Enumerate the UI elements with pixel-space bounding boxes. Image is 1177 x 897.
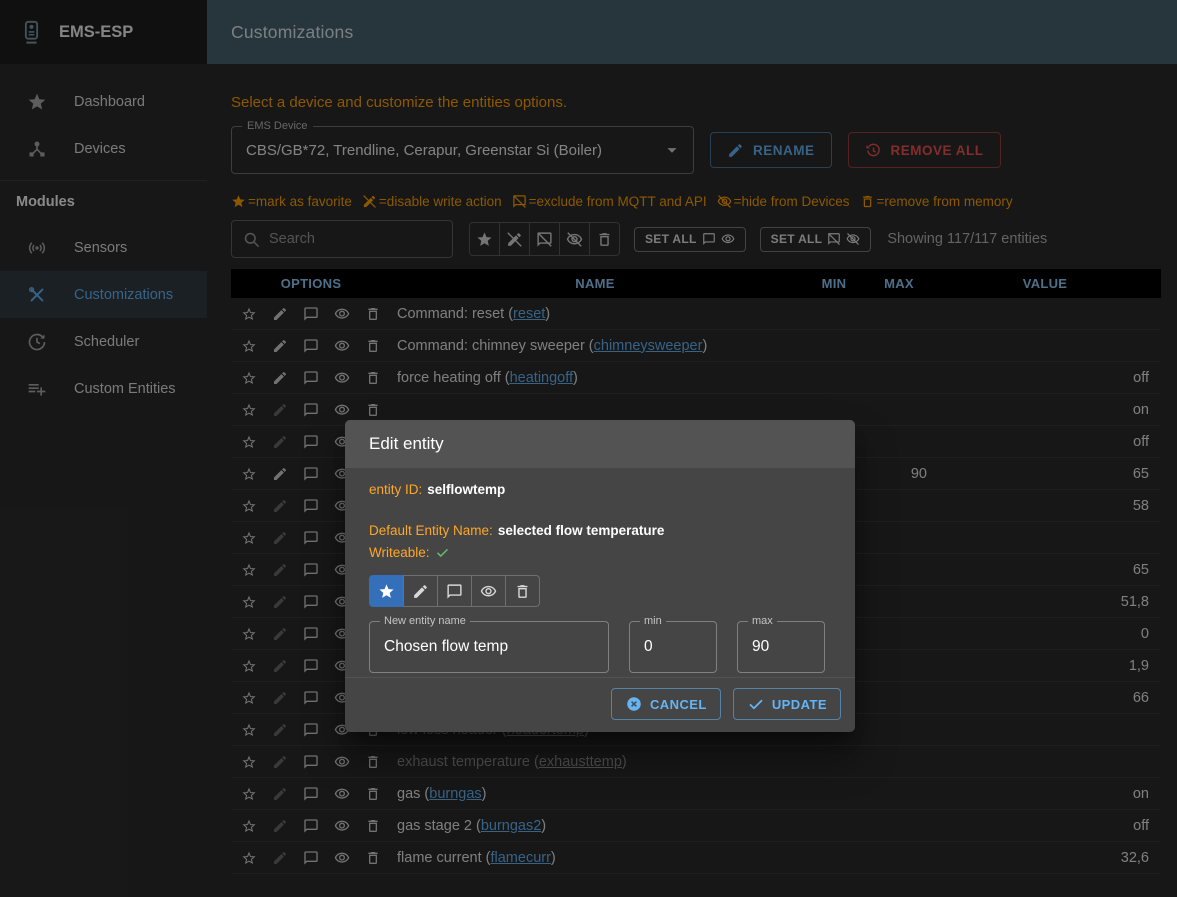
max-field[interactable]: max: [737, 621, 825, 673]
new-entity-name-label: New entity name: [380, 615, 470, 627]
entity-id-label: entity ID:: [369, 482, 422, 497]
message-icon: [446, 583, 463, 600]
writeable-label: Writeable:: [369, 545, 430, 560]
min-input[interactable]: [644, 638, 702, 656]
eye-icon: [480, 583, 497, 600]
dialog-title: Edit entity: [345, 420, 855, 468]
cancel-icon: [625, 695, 643, 713]
min-label: min: [640, 615, 666, 627]
default-name-line: Default Entity Name: selected flow tempe…: [369, 521, 831, 540]
writeable-line: Writeable:: [369, 543, 831, 562]
min-field[interactable]: min: [629, 621, 717, 673]
check-icon: [747, 695, 765, 713]
mqtt-toggle-button[interactable]: [437, 575, 472, 607]
new-entity-name-input[interactable]: [384, 638, 594, 656]
entity-id-value: selflowtemp: [427, 482, 505, 497]
pencil-icon: [412, 583, 429, 600]
favorite-toggle-button[interactable]: [369, 575, 404, 607]
cancel-button[interactable]: CANCEL: [611, 688, 721, 720]
new-entity-name-field[interactable]: New entity name: [369, 621, 609, 673]
default-name-value: selected flow temperature: [498, 523, 665, 538]
default-name-label: Default Entity Name:: [369, 523, 493, 538]
visibility-toggle-button[interactable]: [471, 575, 506, 607]
option-toggle-group: [369, 575, 540, 607]
star-icon: [378, 583, 395, 600]
edit-entity-dialog: Edit entity entity ID: selflowtemp Defau…: [345, 420, 855, 732]
update-button[interactable]: UPDATE: [733, 688, 841, 720]
edit-toggle-button[interactable]: [403, 575, 438, 607]
max-label: max: [748, 615, 777, 627]
check-icon: [435, 545, 450, 560]
entity-id-line: entity ID: selflowtemp: [369, 480, 831, 499]
max-input[interactable]: [752, 638, 810, 656]
trash-icon: [514, 583, 531, 600]
delete-toggle-button[interactable]: [505, 575, 540, 607]
